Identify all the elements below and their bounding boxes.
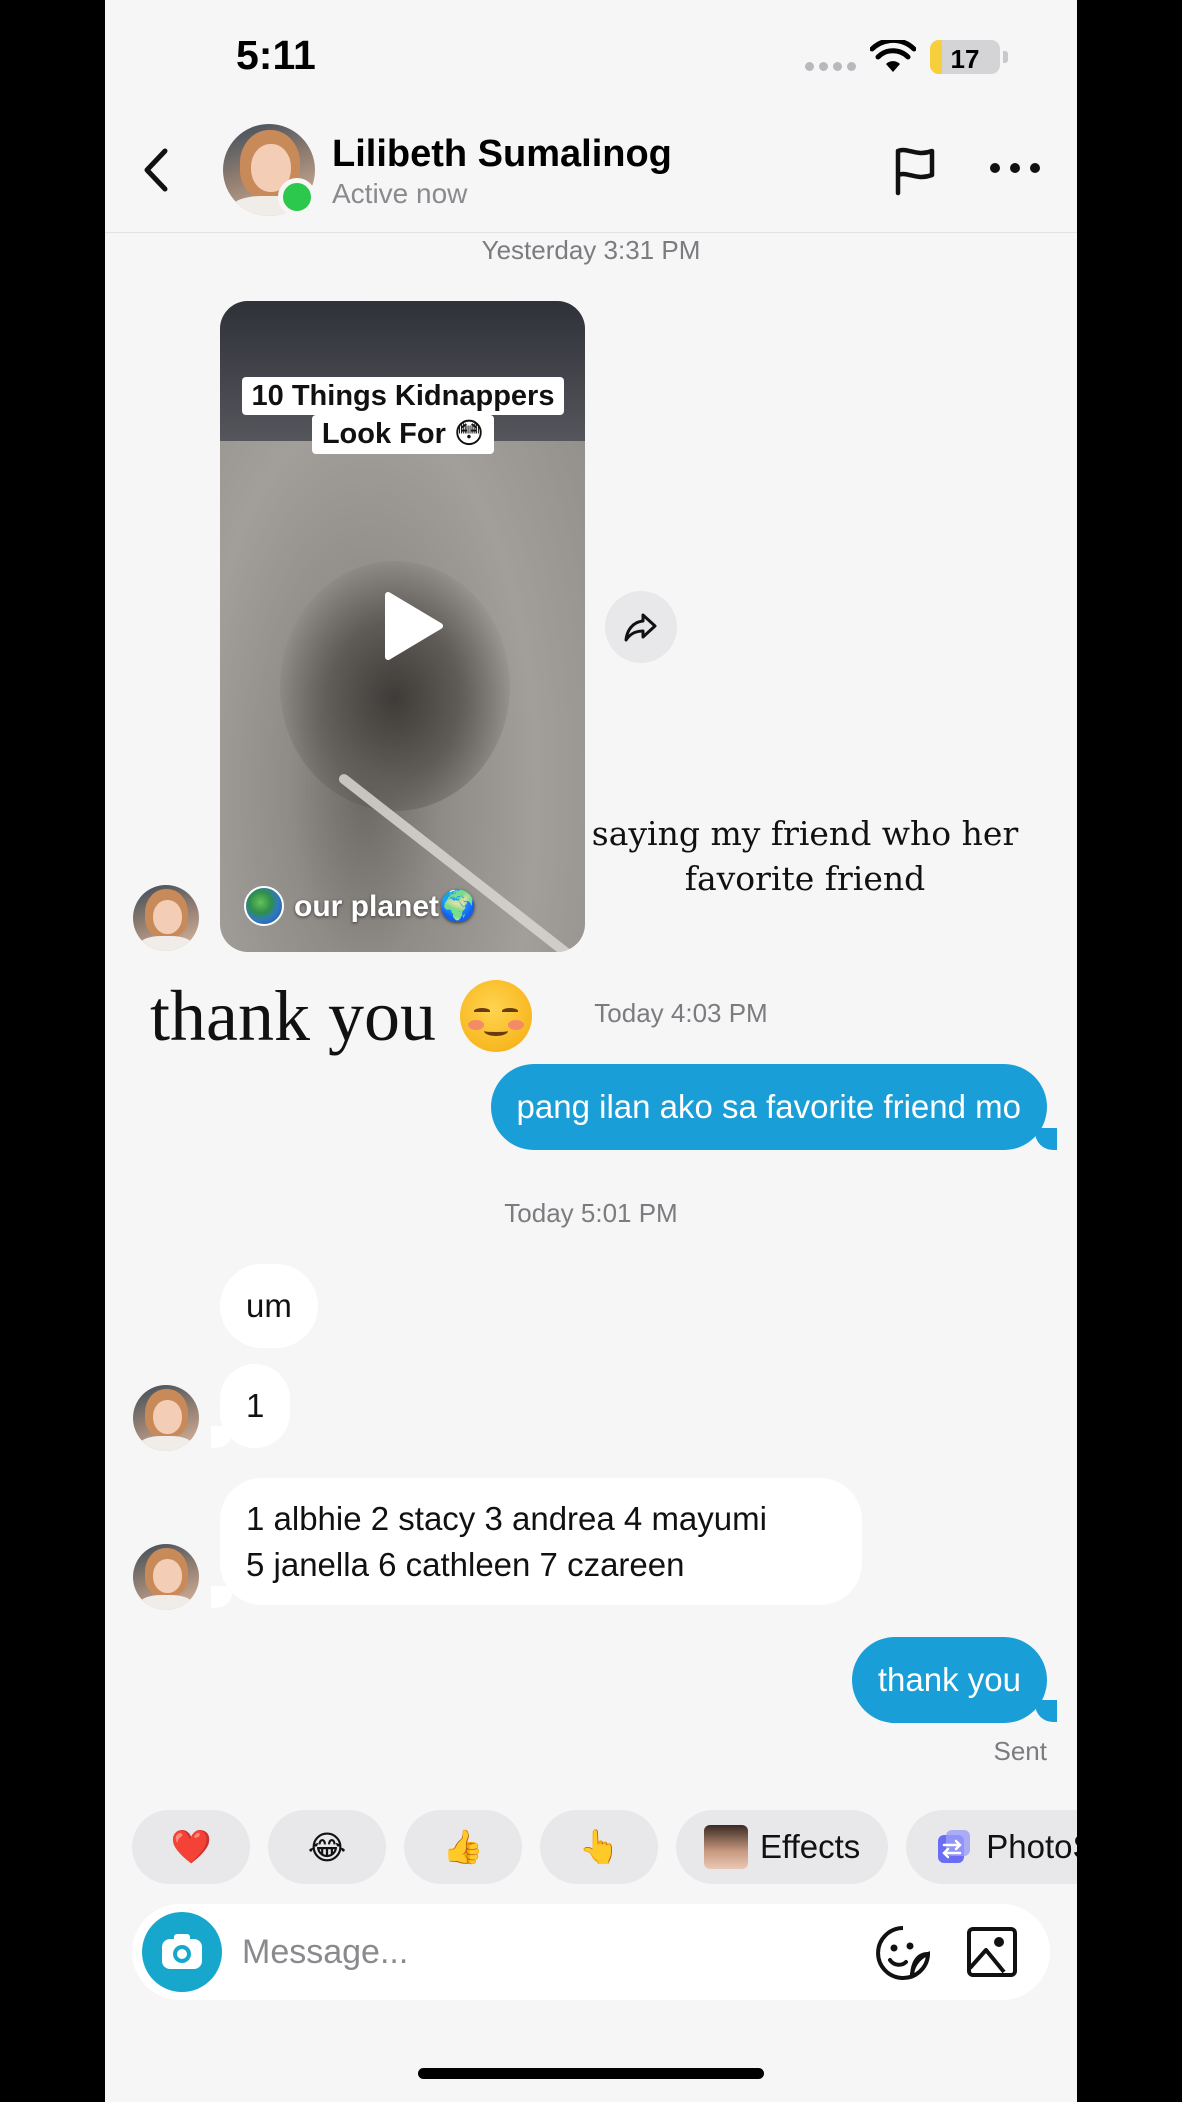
more-options-icon[interactable] — [990, 163, 1040, 173]
message-text: 1 — [246, 1387, 265, 1424]
photo-swap-label: PhotoS — [986, 1828, 1077, 1865]
video-title-line-1: 10 Things Kidnappers — [241, 377, 565, 416]
battery-icon: 17 — [930, 40, 1000, 74]
photo-swap-icon — [938, 1830, 971, 1863]
shared-video[interactable]: 10 Things Kidnappers Look For 😳 our plan… — [220, 301, 585, 952]
heart-emoji: ❤️ — [170, 1827, 212, 1865]
quick-reaction-heart[interactable]: ❤️ — [132, 1810, 250, 1884]
globe-icon — [244, 886, 284, 926]
point-up-emoji: 👆 — [578, 1827, 620, 1865]
bubble-tail — [1035, 1700, 1057, 1722]
message-input[interactable] — [242, 1926, 722, 1978]
share-button[interactable] — [605, 591, 677, 663]
message-text: thank you — [877, 1661, 1021, 1698]
share-icon — [624, 613, 657, 642]
play-icon[interactable] — [380, 591, 444, 661]
gallery-icon[interactable] — [966, 1926, 1018, 1978]
contact-name[interactable]: Lilibeth Sumalinog — [332, 133, 672, 176]
online-indicator — [278, 178, 316, 216]
cellular-signal-icon — [805, 62, 856, 71]
message-composer — [132, 1904, 1050, 2000]
incoming-message[interactable]: 1 albhie 2 stacy 3 andrea 4 mayumi 5 jan… — [220, 1478, 862, 1606]
sticker-icon[interactable] — [874, 1924, 932, 1982]
battery-tip — [1003, 51, 1008, 63]
chat-screen: 5:11 17 Lilibeth Sumalinog Active now Ye… — [105, 0, 1077, 2102]
message-status: Sent — [993, 1736, 1048, 1766]
back-icon[interactable] — [139, 145, 173, 195]
camera-button[interactable] — [142, 1912, 222, 1992]
overlay-caption-line-2: favorite friend — [684, 858, 926, 898]
thumbs-up-emoji: 👍 — [442, 1827, 484, 1865]
wifi-icon — [870, 40, 916, 72]
blushing-smile-emoji — [460, 980, 532, 1052]
overlay-caption: saying my friend who her favorite friend — [585, 812, 1025, 901]
bubble-tail — [211, 1426, 233, 1448]
overlay-thanks: thank you — [150, 976, 436, 1056]
quick-reaction-point-up[interactable]: 👆 — [540, 1810, 658, 1884]
bubble-tail — [1035, 1128, 1057, 1150]
sender-avatar[interactable] — [133, 1385, 199, 1451]
photo-swap-button[interactable]: PhotoS — [906, 1810, 1077, 1884]
quick-reaction-thumbs-up[interactable]: 👍 — [404, 1810, 522, 1884]
sender-avatar[interactable] — [133, 1544, 199, 1610]
camera-icon — [162, 1934, 202, 1969]
effects-button[interactable]: Effects — [676, 1810, 889, 1884]
video-source: our planet🌍 — [244, 886, 476, 926]
message-text: pang ilan ako sa favorite friend mo — [516, 1088, 1021, 1125]
outgoing-message[interactable]: thank you — [851, 1637, 1047, 1723]
effects-label: Effects — [760, 1828, 861, 1865]
battery-percent: 17 — [950, 44, 980, 74]
timestamp: Yesterday 3:31 PM — [481, 235, 701, 265]
video-title-line-2: Look For 😳 — [311, 415, 495, 454]
effects-thumbnail-icon — [704, 1825, 748, 1869]
laughing-emoji: 😂 — [307, 1828, 347, 1866]
flag-icon[interactable] — [890, 145, 940, 197]
overlay-caption-line-1: saying my friend who her — [591, 814, 1019, 853]
contact-status: Active now — [332, 178, 468, 209]
header-divider — [105, 232, 1077, 233]
status-time: 5:11 — [236, 32, 316, 78]
outgoing-message[interactable]: pang ilan ako sa favorite friend mo — [490, 1064, 1047, 1150]
quick-reactions-bar: ❤️ 😂 👍 👆 Effects PhotoS — [132, 1810, 1077, 1884]
video-title: 10 Things Kidnappers Look For 😳 — [238, 377, 568, 454]
home-indicator[interactable] — [418, 2068, 764, 2079]
bubble-tail — [211, 1586, 233, 1608]
quick-reaction-laugh[interactable]: 😂 — [268, 1810, 386, 1884]
sender-avatar[interactable] — [133, 885, 199, 951]
message-text-line-1: 1 albhie 2 stacy 3 andrea 4 mayumi — [246, 1500, 767, 1537]
timestamp: Today 5:01 PM — [504, 1198, 678, 1228]
message-text-line-2: 5 janella 6 cathleen 7 czareen — [246, 1545, 685, 1583]
video-source-name: our planet🌍 — [294, 889, 477, 923]
incoming-message[interactable]: um — [220, 1264, 318, 1348]
message-text: um — [246, 1287, 292, 1324]
